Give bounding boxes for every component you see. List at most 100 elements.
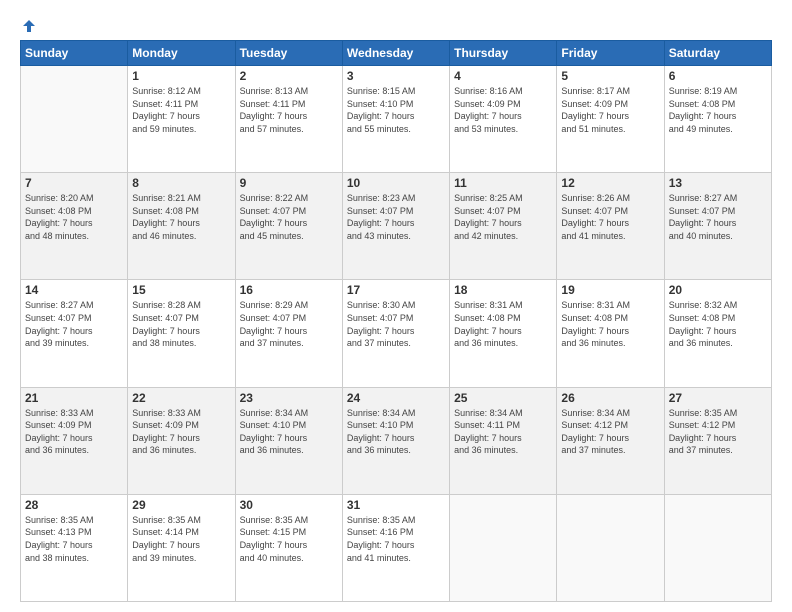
calendar-week-row: 7 Sunrise: 8:20 AM Sunset: 4:08 PM Daylig… [21, 173, 772, 280]
day-number: 19 [561, 283, 659, 297]
day-info: Sunrise: 8:12 AM Sunset: 4:11 PM Dayligh… [132, 85, 230, 135]
day-info: Sunrise: 8:15 AM Sunset: 4:10 PM Dayligh… [347, 85, 445, 135]
day-info: Sunrise: 8:13 AM Sunset: 4:11 PM Dayligh… [240, 85, 338, 135]
day-number: 16 [240, 283, 338, 297]
day-info: Sunrise: 8:25 AM Sunset: 4:07 PM Dayligh… [454, 192, 552, 242]
day-info: Sunrise: 8:33 AM Sunset: 4:09 PM Dayligh… [132, 407, 230, 457]
calendar-cell: 18 Sunrise: 8:31 AM Sunset: 4:08 PM Dayli… [450, 280, 557, 387]
calendar-cell: 9 Sunrise: 8:22 AM Sunset: 4:07 PM Daylig… [235, 173, 342, 280]
day-number: 4 [454, 69, 552, 83]
day-info: Sunrise: 8:16 AM Sunset: 4:09 PM Dayligh… [454, 85, 552, 135]
day-number: 10 [347, 176, 445, 190]
day-number: 22 [132, 391, 230, 405]
header [20, 18, 772, 30]
calendar-cell: 4 Sunrise: 8:16 AM Sunset: 4:09 PM Daylig… [450, 66, 557, 173]
page: SundayMondayTuesdayWednesdayThursdayFrid… [0, 0, 792, 612]
day-number: 23 [240, 391, 338, 405]
calendar-cell: 7 Sunrise: 8:20 AM Sunset: 4:08 PM Daylig… [21, 173, 128, 280]
calendar-cell: 26 Sunrise: 8:34 AM Sunset: 4:12 PM Dayli… [557, 387, 664, 494]
day-number: 17 [347, 283, 445, 297]
day-number: 26 [561, 391, 659, 405]
calendar-cell: 11 Sunrise: 8:25 AM Sunset: 4:07 PM Dayli… [450, 173, 557, 280]
day-info: Sunrise: 8:35 AM Sunset: 4:16 PM Dayligh… [347, 514, 445, 564]
calendar-week-row: 21 Sunrise: 8:33 AM Sunset: 4:09 PM Dayli… [21, 387, 772, 494]
day-info: Sunrise: 8:35 AM Sunset: 4:14 PM Dayligh… [132, 514, 230, 564]
calendar-cell: 1 Sunrise: 8:12 AM Sunset: 4:11 PM Daylig… [128, 66, 235, 173]
calendar-cell: 31 Sunrise: 8:35 AM Sunset: 4:16 PM Dayli… [342, 494, 449, 601]
calendar-cell: 3 Sunrise: 8:15 AM Sunset: 4:10 PM Daylig… [342, 66, 449, 173]
calendar-cell: 12Sunrise: 8:26 AM Sunset: 4:07 PM Dayli… [557, 173, 664, 280]
day-info: Sunrise: 8:32 AM Sunset: 4:08 PM Dayligh… [669, 299, 767, 349]
day-info: Sunrise: 8:22 AM Sunset: 4:07 PM Dayligh… [240, 192, 338, 242]
day-info: Sunrise: 8:27 AM Sunset: 4:07 PM Dayligh… [669, 192, 767, 242]
day-number: 21 [25, 391, 123, 405]
day-info: Sunrise: 8:34 AM Sunset: 4:11 PM Dayligh… [454, 407, 552, 457]
calendar-cell: 30 Sunrise: 8:35 AM Sunset: 4:15 PM Dayli… [235, 494, 342, 601]
day-number: 11 [454, 176, 552, 190]
day-number: 9 [240, 176, 338, 190]
day-info: Sunrise: 8:17 AM Sunset: 4:09 PM Dayligh… [561, 85, 659, 135]
day-number: 12 [561, 176, 659, 190]
day-info: Sunrise: 8:31 AM Sunset: 4:08 PM Dayligh… [454, 299, 552, 349]
day-number: 24 [347, 391, 445, 405]
day-info: Sunrise: 8:28 AM Sunset: 4:07 PM Dayligh… [132, 299, 230, 349]
day-number: 5 [561, 69, 659, 83]
calendar-cell: 22 Sunrise: 8:33 AM Sunset: 4:09 PM Dayli… [128, 387, 235, 494]
day-info: Sunrise: 8:35 AM Sunset: 4:15 PM Dayligh… [240, 514, 338, 564]
day-number: 15 [132, 283, 230, 297]
day-number: 8 [132, 176, 230, 190]
weekday-header: Monday [128, 41, 235, 66]
day-number: 14 [25, 283, 123, 297]
day-info: Sunrise: 8:29 AM Sunset: 4:07 PM Dayligh… [240, 299, 338, 349]
day-info: Sunrise: 8:34 AM Sunset: 4:10 PM Dayligh… [347, 407, 445, 457]
calendar-cell: 19 Sunrise: 8:31 AM Sunset: 4:08 PM Dayli… [557, 280, 664, 387]
day-number: 30 [240, 498, 338, 512]
day-info: Sunrise: 8:34 AM Sunset: 4:12 PM Dayligh… [561, 407, 659, 457]
calendar-cell: 5 Sunrise: 8:17 AM Sunset: 4:09 PM Daylig… [557, 66, 664, 173]
day-number: 18 [454, 283, 552, 297]
calendar-cell: 27 Sunrise: 8:35 AM Sunset: 4:12 PM Dayli… [664, 387, 771, 494]
logo [20, 18, 38, 30]
calendar-table: SundayMondayTuesdayWednesdayThursdayFrid… [20, 40, 772, 602]
calendar-cell: 21 Sunrise: 8:33 AM Sunset: 4:09 PM Dayli… [21, 387, 128, 494]
calendar-cell: 17Sunrise: 8:30 AM Sunset: 4:07 PM Dayli… [342, 280, 449, 387]
weekday-header: Wednesday [342, 41, 449, 66]
calendar-cell: 16 Sunrise: 8:29 AM Sunset: 4:07 PM Dayli… [235, 280, 342, 387]
day-number: 1 [132, 69, 230, 83]
calendar-cell: 8 Sunrise: 8:21 AM Sunset: 4:08 PM Daylig… [128, 173, 235, 280]
day-info: Sunrise: 8:19 AM Sunset: 4:08 PM Dayligh… [669, 85, 767, 135]
day-info: Sunrise: 8:21 AM Sunset: 4:08 PM Dayligh… [132, 192, 230, 242]
day-info: Sunrise: 8:20 AM Sunset: 4:08 PM Dayligh… [25, 192, 123, 242]
day-number: 13 [669, 176, 767, 190]
calendar-header-row: SundayMondayTuesdayWednesdayThursdayFrid… [21, 41, 772, 66]
day-info: Sunrise: 8:31 AM Sunset: 4:08 PM Dayligh… [561, 299, 659, 349]
calendar-cell: 29 Sunrise: 8:35 AM Sunset: 4:14 PM Dayli… [128, 494, 235, 601]
calendar-cell: 25 Sunrise: 8:34 AM Sunset: 4:11 PM Dayli… [450, 387, 557, 494]
calendar-cell: 24 Sunrise: 8:34 AM Sunset: 4:10 PM Dayli… [342, 387, 449, 494]
weekday-header: Saturday [664, 41, 771, 66]
calendar-cell [557, 494, 664, 601]
calendar-cell: 14Sunrise: 8:27 AM Sunset: 4:07 PM Dayli… [21, 280, 128, 387]
day-info: Sunrise: 8:23 AM Sunset: 4:07 PM Dayligh… [347, 192, 445, 242]
day-number: 20 [669, 283, 767, 297]
day-number: 3 [347, 69, 445, 83]
weekday-header: Friday [557, 41, 664, 66]
calendar-cell: 6 Sunrise: 8:19 AM Sunset: 4:08 PM Daylig… [664, 66, 771, 173]
day-info: Sunrise: 8:35 AM Sunset: 4:12 PM Dayligh… [669, 407, 767, 457]
weekday-header: Thursday [450, 41, 557, 66]
day-number: 25 [454, 391, 552, 405]
day-number: 31 [347, 498, 445, 512]
day-number: 7 [25, 176, 123, 190]
calendar-cell: 13 Sunrise: 8:27 AM Sunset: 4:07 PM Dayli… [664, 173, 771, 280]
weekday-header: Sunday [21, 41, 128, 66]
day-info: Sunrise: 8:33 AM Sunset: 4:09 PM Dayligh… [25, 407, 123, 457]
day-number: 29 [132, 498, 230, 512]
calendar-week-row: 28Sunrise: 8:35 AM Sunset: 4:13 PM Dayli… [21, 494, 772, 601]
day-number: 6 [669, 69, 767, 83]
calendar-week-row: 1 Sunrise: 8:12 AM Sunset: 4:11 PM Daylig… [21, 66, 772, 173]
calendar-cell [664, 494, 771, 601]
calendar-cell: 20 Sunrise: 8:32 AM Sunset: 4:08 PM Dayli… [664, 280, 771, 387]
calendar-cell: 23Sunrise: 8:34 AM Sunset: 4:10 PM Dayli… [235, 387, 342, 494]
calendar-cell: 10 Sunrise: 8:23 AM Sunset: 4:07 PM Dayli… [342, 173, 449, 280]
day-number: 27 [669, 391, 767, 405]
